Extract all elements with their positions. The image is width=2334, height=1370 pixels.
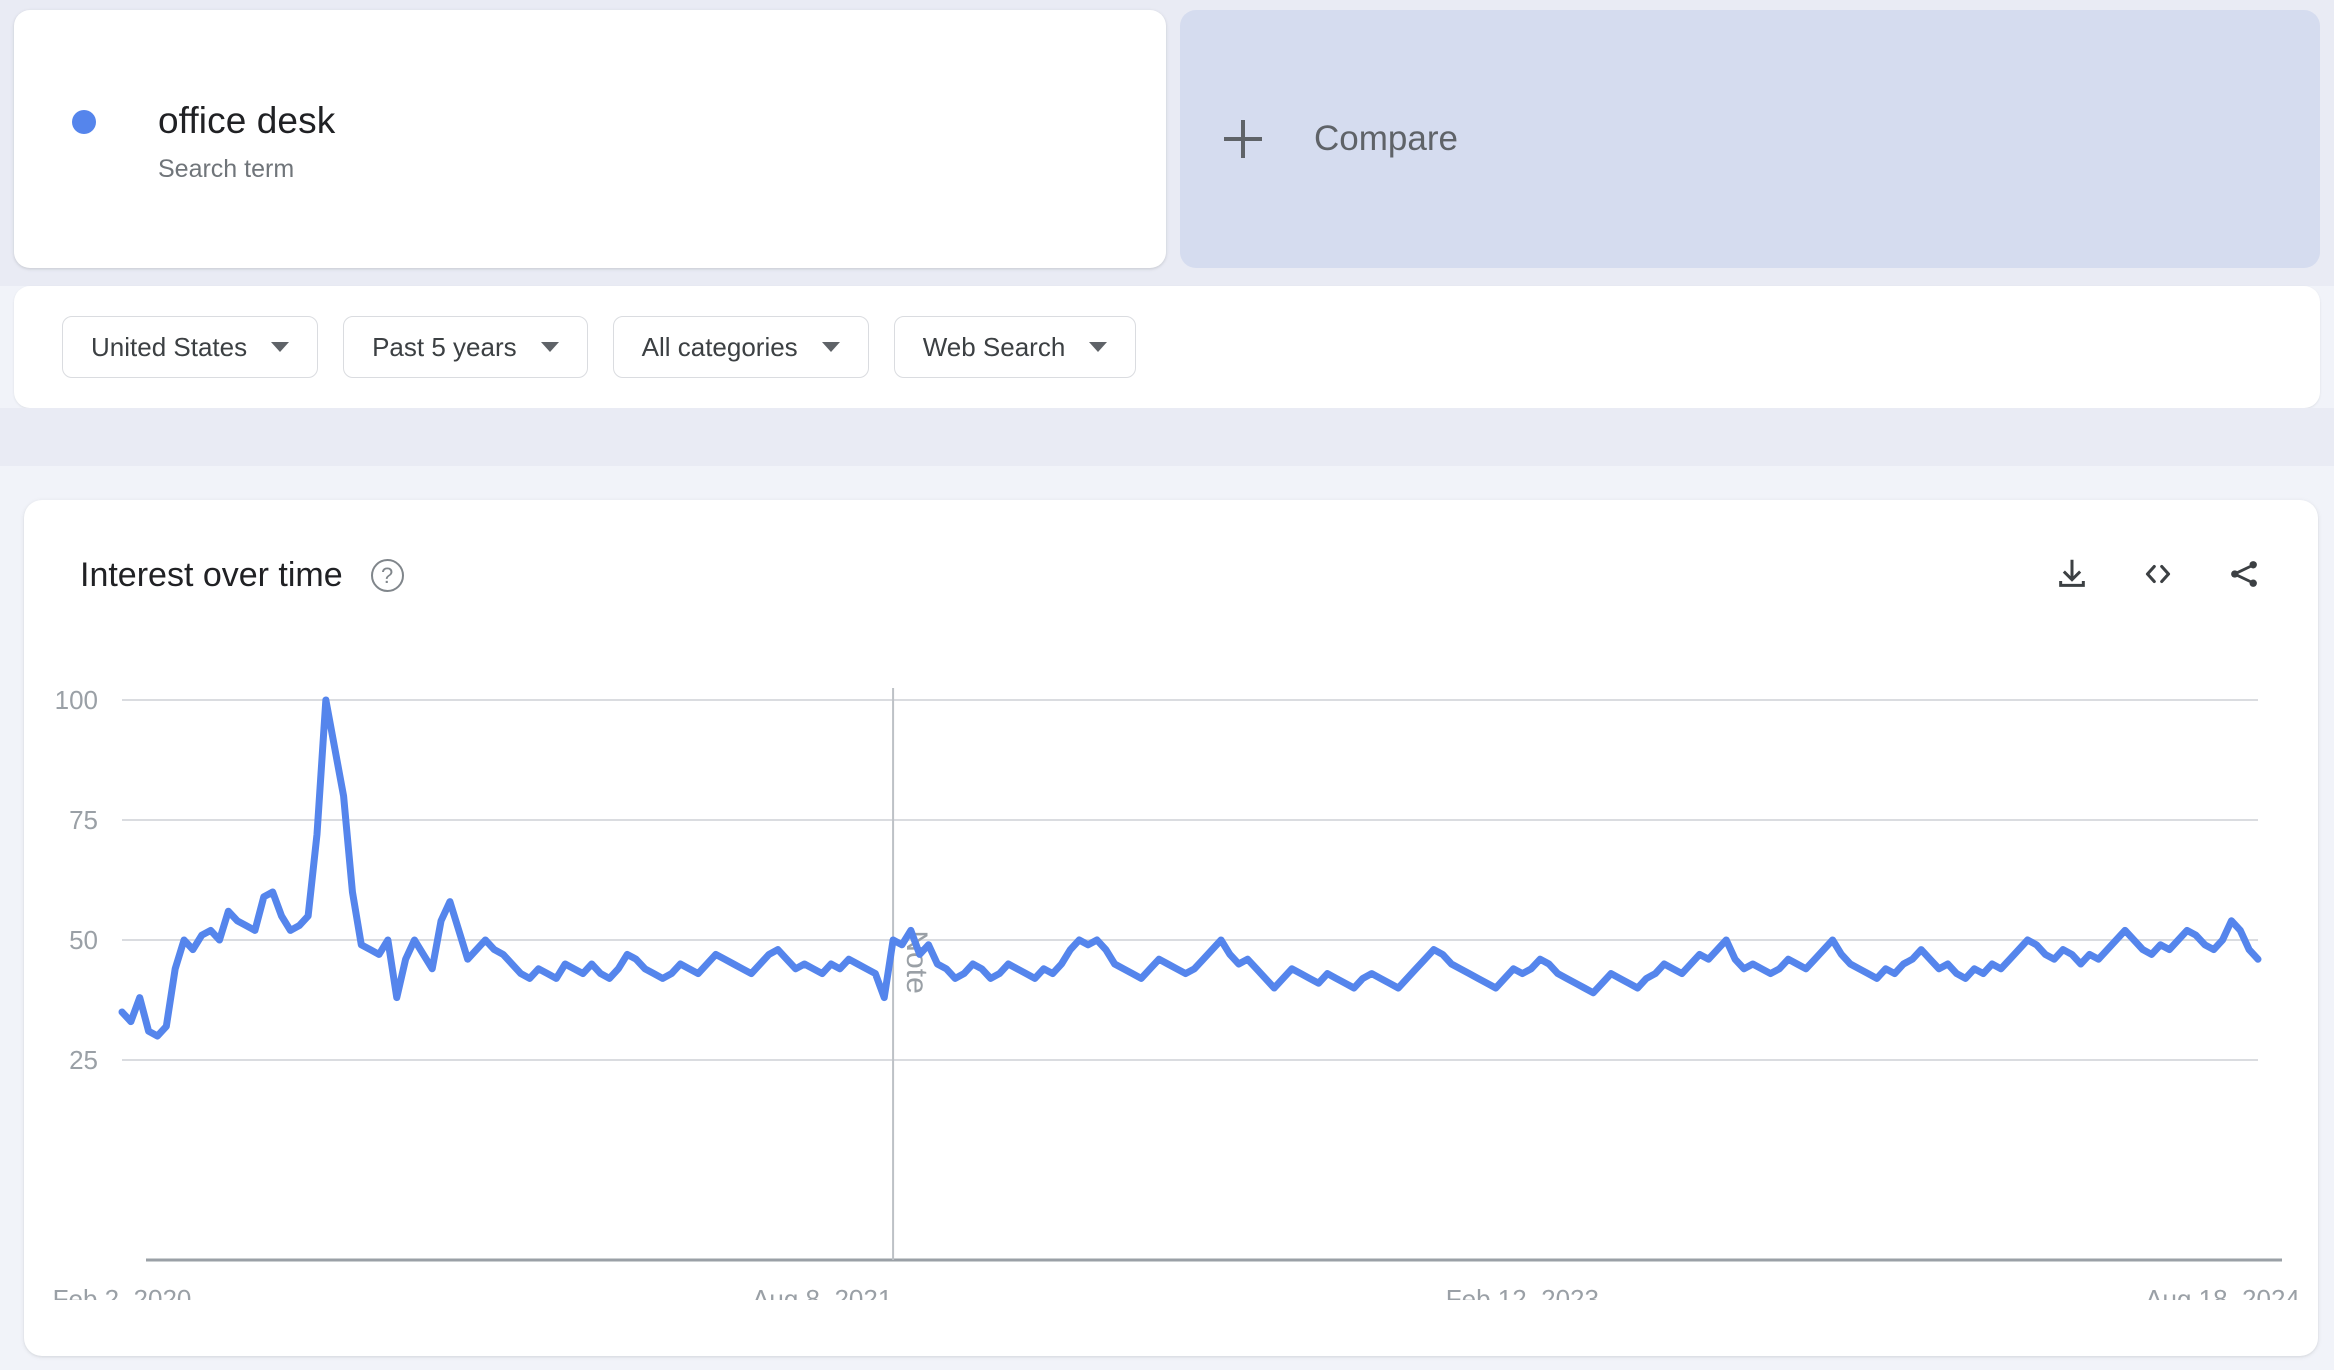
compare-button[interactable]: Compare [1180,10,2320,268]
chart-header: Interest over time ? [80,556,404,595]
filter-time-range-label: Past 5 years [372,332,517,363]
filter-bar: United States Past 5 years All categorie… [14,286,2320,408]
interest-over-time-card: Interest over time ? [24,500,2318,1356]
interest-over-time-chart[interactable]: 25 50 75 100 Feb 2, 2020 Aug 8, 2021 Feb 12, 2… [24,680,2318,1300]
x-axis-tick-label: Feb 2, 2020 [53,1284,192,1300]
search-header-band: office desk Search term Compare [0,0,2334,286]
filter-category[interactable]: All categories [613,316,869,378]
x-axis-tick-label: Feb 12, 2023 [1446,1284,1599,1300]
search-term-card[interactable]: office desk Search term [14,10,1166,268]
filter-search-type-label: Web Search [923,332,1066,363]
share-icon[interactable] [2224,554,2264,594]
filter-location-label: United States [91,332,247,363]
chevron-down-icon [271,342,289,352]
embed-code-icon[interactable] [2138,554,2178,594]
y-axis-tick-label: 50 [69,925,98,955]
compare-label: Compare [1314,119,1458,159]
help-icon[interactable]: ? [371,559,404,592]
y-axis-tick-label: 100 [55,685,98,715]
search-term-texts: office desk Search term [158,98,335,185]
search-term-name: office desk [158,98,335,144]
chart-actions [2052,554,2264,594]
search-term-type: Search term [158,153,335,185]
series-color-dot [72,110,96,134]
chevron-down-icon [541,342,559,352]
download-icon[interactable] [2052,554,2092,594]
page-title: Interest over time [80,556,343,595]
filter-time-range[interactable]: Past 5 years [343,316,588,378]
x-axis-tick-label: Aug 8, 2021 [752,1284,892,1300]
filter-location[interactable]: United States [62,316,318,378]
y-axis-tick-label: 25 [69,1045,98,1075]
background-strip-upper [0,408,2334,466]
chevron-down-icon [822,342,840,352]
filter-search-type[interactable]: Web Search [894,316,1137,378]
plus-icon [1224,120,1262,158]
search-term-content: office desk Search term [72,98,335,185]
y-axis-tick-label: 75 [69,805,98,835]
chart-svg: 25 50 75 100 Feb 2, 2020 Aug 8, 2021 Feb 12, 2… [24,680,2318,1300]
chevron-down-icon [1089,342,1107,352]
filter-category-label: All categories [642,332,798,363]
trend-line-office-desk [122,700,2258,1036]
help-glyph: ? [373,563,402,588]
x-axis-tick-label: Aug 18, 2024 [2145,1284,2300,1300]
